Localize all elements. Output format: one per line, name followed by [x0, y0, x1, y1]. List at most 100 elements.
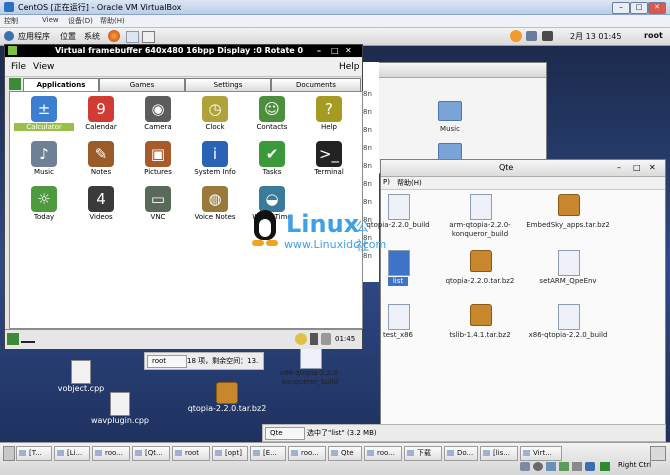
- app-today[interactable]: ☼ Today: [14, 186, 74, 221]
- app-pictures[interactable]: ▣ Pictures: [128, 141, 188, 176]
- file-icon[interactable]: [470, 194, 492, 220]
- x86-konqueror-file-label: x86-qtopia-2.2.0-konqueror_build: [279, 369, 341, 386]
- file-icon[interactable]: [558, 250, 580, 276]
- app-calculator[interactable]: ± Calculator: [14, 96, 74, 131]
- home-icon[interactable]: [9, 78, 21, 90]
- close-button[interactable]: ✕: [648, 2, 666, 14]
- taskbar-button[interactable]: [T...: [16, 446, 52, 461]
- qte-file-window: Qte – □ ✕ P) 帮助(H) qtopia-2.2.0_build arm…: [263, 159, 666, 444]
- qvfb-maximize[interactable]: □: [331, 45, 339, 57]
- update-icon[interactable]: [510, 30, 522, 42]
- app-clock[interactable]: ◷ Clock: [185, 96, 245, 131]
- menu-control[interactable]: 控制: [4, 16, 18, 26]
- app-vnc[interactable]: ▭ VNC: [128, 186, 188, 221]
- archive-icon[interactable]: [470, 250, 492, 272]
- menu-help[interactable]: 帮助(H): [100, 16, 125, 26]
- qvfb-menu-file[interactable]: File: [11, 62, 26, 72]
- file-icon[interactable]: [388, 194, 410, 220]
- desktop-icon-vobject[interactable]: vobject.cpp: [46, 360, 116, 393]
- qte-location-dropdown[interactable]: Qte: [265, 427, 305, 440]
- app-calendar[interactable]: 9 Calendar: [71, 96, 131, 131]
- volume-icon[interactable]: [542, 31, 553, 41]
- qvfb-menu-view[interactable]: View: [33, 62, 54, 72]
- places-menu[interactable]: 位置: [60, 31, 76, 42]
- app-tasks[interactable]: ✔ Tasks: [242, 141, 302, 176]
- today-icon: ☼: [31, 186, 57, 212]
- tasks-icon: ✔: [259, 141, 285, 167]
- file-icon[interactable]: [388, 250, 410, 276]
- menu-devices[interactable]: 设备(D): [68, 16, 93, 26]
- taskbar-button[interactable]: [Li...: [54, 446, 90, 461]
- panel-user[interactable]: root: [644, 31, 663, 40]
- tab-documents[interactable]: Documents: [271, 78, 361, 91]
- applications-menu[interactable]: 应用程序: [18, 31, 50, 42]
- music-folder-icon[interactable]: [438, 101, 462, 121]
- workspace-switcher[interactable]: [650, 446, 666, 461]
- input-method-icon[interactable]: [21, 335, 35, 343]
- qte-close-button[interactable]: ✕: [649, 163, 656, 172]
- show-desktop-icon[interactable]: [3, 446, 15, 461]
- app-voice-notes[interactable]: ◍ Voice Notes: [185, 186, 245, 221]
- qvfb-window: Virtual framebuffer 640x480 16bpp Displa…: [4, 44, 363, 349]
- taskbar-button[interactable]: roo...: [92, 446, 130, 461]
- logo-brand: Linux: [286, 210, 360, 238]
- file-icon[interactable]: [388, 304, 410, 330]
- maximize-button[interactable]: □: [630, 2, 648, 14]
- taskbar-button[interactable]: [Qt...: [132, 446, 170, 461]
- qte-menu-partial[interactable]: P): [383, 178, 390, 186]
- app-terminal[interactable]: >_ Terminal: [299, 141, 359, 176]
- app-notes[interactable]: ✎ Notes: [71, 141, 131, 176]
- menu-view[interactable]: View: [42, 16, 59, 24]
- tab-applications[interactable]: Applications: [23, 78, 99, 92]
- strip-text: 8n: [363, 180, 372, 188]
- app-contacts[interactable]: ☺ Contacts: [242, 96, 302, 131]
- taskbar-button[interactable]: [E...: [250, 446, 286, 461]
- app-system-info[interactable]: i System Info: [185, 141, 245, 176]
- taskbar-button[interactable]: Virt...: [520, 446, 562, 461]
- app-videos[interactable]: 4 Videos: [71, 186, 131, 221]
- taskbar-button[interactable]: Qte: [328, 446, 362, 461]
- tab-games[interactable]: Games: [99, 78, 185, 91]
- mail-icon[interactable]: [126, 31, 139, 43]
- tab-settings[interactable]: Settings: [185, 78, 271, 91]
- archive-icon[interactable]: [470, 304, 492, 326]
- music-folder-label: Music: [440, 125, 460, 133]
- qte-menu-help[interactable]: 帮助(H): [397, 178, 422, 188]
- taskbar-button[interactable]: roo...: [364, 446, 402, 461]
- tray-light-icon[interactable]: [295, 333, 307, 345]
- qvfb-menu-help[interactable]: Help: [339, 62, 360, 72]
- contacts-icon: ☺: [259, 96, 285, 122]
- network-icon[interactable]: [526, 31, 537, 41]
- qvfb-minimize[interactable]: –: [317, 45, 321, 57]
- panel-clock[interactable]: 2月 13 01:45: [570, 31, 621, 42]
- taskbar-button[interactable]: root: [172, 446, 210, 461]
- desktop-icon-label: wavplugin.cpp: [90, 416, 150, 425]
- archive-icon[interactable]: [558, 194, 580, 216]
- file-icon[interactable]: [558, 304, 580, 330]
- app-camera[interactable]: ◉ Camera: [128, 96, 188, 131]
- minimize-button[interactable]: –: [612, 2, 630, 14]
- camera-icon: ◉: [145, 96, 171, 122]
- taskbar-button[interactable]: [lis...: [480, 446, 518, 461]
- nautilus-free-space: 18 项，剩余空间：13.: [187, 357, 259, 365]
- qte-maximize-button[interactable]: □: [633, 163, 641, 172]
- qte-minimize-button[interactable]: –: [617, 163, 621, 172]
- firefox-icon[interactable]: [108, 30, 120, 42]
- desktop-icon-qtopia-tar[interactable]: qtopia-2.2.0.tar.bz2: [184, 382, 270, 413]
- file-manager-window: Music: [365, 62, 547, 174]
- network-status-icon: [559, 462, 569, 471]
- taskbar-button[interactable]: Do...: [444, 446, 478, 461]
- app-help[interactable]: ? Help: [299, 96, 359, 131]
- system-menu[interactable]: 系统: [84, 31, 100, 42]
- nautilus-location-dropdown[interactable]: root: [147, 355, 187, 368]
- tux-penguin-icon: [250, 210, 280, 250]
- editor-icon[interactable]: [142, 31, 155, 43]
- taskbar-button[interactable]: roo...: [288, 446, 326, 461]
- taskbar-button[interactable]: 下载: [404, 446, 442, 461]
- desktop-icon-wavplugin[interactable]: wavplugin.cpp: [80, 392, 160, 425]
- volume-tray-icon[interactable]: [321, 333, 331, 345]
- app-music[interactable]: ♪ Music: [14, 141, 74, 176]
- qtopia-start-icon[interactable]: [7, 333, 19, 345]
- qvfb-close[interactable]: ✕: [345, 45, 352, 57]
- taskbar-button[interactable]: [opt]: [212, 446, 248, 461]
